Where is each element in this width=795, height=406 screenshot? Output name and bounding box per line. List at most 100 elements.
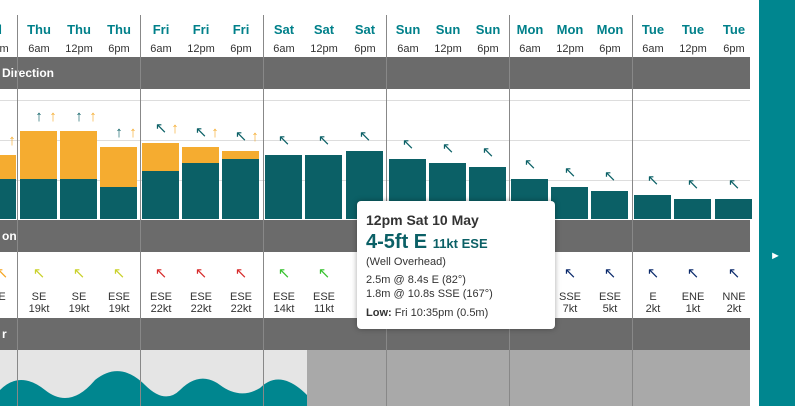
header-time: 12pm	[556, 43, 584, 55]
chevron-right-icon[interactable]: ►	[770, 250, 781, 262]
tooltip-wind: 11kt ESE	[432, 236, 488, 251]
header-time: 6am	[519, 43, 541, 55]
secondary-swell-icon: ↑	[49, 108, 57, 125]
swell-direction-icon: ↖	[686, 176, 700, 193]
tide-no-data	[307, 350, 750, 406]
bar-secondary[interactable]	[142, 143, 179, 171]
bar-primary[interactable]	[265, 155, 302, 219]
wind-direction: ESE	[229, 291, 252, 303]
day-divider	[263, 15, 264, 406]
wind-direction: E	[649, 291, 657, 303]
swell-direction-icon: ↖	[727, 176, 741, 193]
wind-arrow-icon: ↖	[32, 265, 46, 282]
wind-direction: ESE	[189, 291, 212, 303]
header-day: d	[0, 22, 18, 37]
header-day: Thu	[107, 22, 131, 37]
gridline	[0, 140, 750, 141]
wind-speed: 7kt	[562, 303, 578, 315]
header-time: 6pm	[0, 43, 9, 55]
swell-direction-icon: ↖	[441, 140, 455, 157]
gridline	[0, 100, 750, 101]
wind-speed: 1kt	[685, 303, 701, 315]
swell-direction-icon: ↖	[358, 128, 372, 145]
header-day: Mon	[516, 22, 544, 37]
direction-section-header: Direction	[0, 57, 750, 89]
wind-arrow-icon: ↖	[563, 265, 577, 282]
wind-direction: ESE	[312, 291, 335, 303]
bar-secondary[interactable]	[60, 131, 97, 179]
bar-primary[interactable]	[674, 199, 711, 219]
bar-primary[interactable]	[182, 163, 219, 219]
header-day: Tue	[681, 22, 705, 37]
header-day: Thu	[67, 22, 91, 37]
bar-secondary[interactable]	[0, 155, 16, 179]
wind-speed: 11kt	[314, 303, 334, 315]
tooltip-tide: Low: Fri 10:35pm (0.5m)	[366, 307, 488, 319]
header-time: 6pm	[599, 43, 621, 55]
header-day: Fri	[232, 22, 250, 37]
wind-speed: 22kt	[190, 303, 212, 315]
bar-secondary[interactable]	[182, 147, 219, 163]
wind-speed: 19kt	[68, 303, 90, 315]
wind-direction: NNE	[722, 291, 746, 303]
bar-primary[interactable]	[591, 191, 628, 219]
bar-primary[interactable]	[715, 199, 752, 219]
header-time: 12pm	[679, 43, 707, 55]
wind-speed: 2kt	[645, 303, 661, 315]
tooltip-pointer	[349, 268, 357, 284]
tooltip-low-label: Low:	[366, 307, 392, 319]
bar-secondary[interactable]	[20, 131, 57, 179]
header-day: Fri	[152, 22, 170, 37]
tide-wave	[0, 371, 307, 406]
bar-primary[interactable]	[60, 179, 97, 219]
next-panel-button[interactable]	[759, 0, 795, 406]
wind-speed: 2kt	[726, 303, 742, 315]
bar-primary[interactable]	[222, 159, 259, 219]
header-time: 6pm	[230, 43, 252, 55]
header-time: 12pm	[434, 43, 462, 55]
direction-label: Direction	[2, 66, 55, 80]
wind-arrow-icon: ↖	[317, 265, 331, 282]
bar-secondary[interactable]	[222, 151, 259, 159]
header-time: 6am	[642, 43, 664, 55]
header-day: Fri	[192, 22, 210, 37]
tooltip-title: 12pm Sat 10 May	[366, 212, 479, 228]
header-day: Tue	[722, 22, 746, 37]
day-divider	[632, 15, 633, 406]
bar-primary[interactable]	[551, 187, 588, 219]
bar-primary[interactable]	[20, 179, 57, 219]
wind-direction: ESE	[598, 291, 621, 303]
tooltip-swell-primary: 2.5m @ 8.4s E (82°)	[366, 274, 466, 286]
header-time: 12pm	[310, 43, 338, 55]
wind-arrow-icon: ↖	[194, 265, 208, 282]
wind-arrow-icon: ↖	[112, 265, 126, 282]
secondary-swell-icon: ↑	[171, 120, 179, 137]
bar-primary[interactable]	[634, 195, 671, 219]
header-time: 6am	[273, 43, 295, 55]
wind-arrow-icon: ↖	[154, 265, 168, 282]
bar-secondary[interactable]	[100, 147, 137, 187]
wind-direction: SE	[71, 291, 87, 303]
wind-speed: 22kt	[230, 303, 252, 315]
forecast-tooltip: 12pm Sat 10 May 4-5ft E 11kt ESE (Well O…	[357, 201, 555, 329]
tooltip-low-value: Fri 10:35pm (0.5m)	[394, 307, 489, 319]
wind-direction: ESE	[149, 291, 172, 303]
secondary-swell-icon: ↑	[211, 124, 219, 141]
secondary-swell-icon: ↑	[89, 108, 97, 125]
header-time: 12pm	[187, 43, 215, 55]
swell-direction-icon: ↖	[646, 172, 660, 189]
wind-arrow-icon: ↖	[277, 265, 291, 282]
bar-primary[interactable]	[142, 171, 179, 219]
day-divider	[140, 15, 141, 406]
bar-primary[interactable]	[100, 187, 137, 219]
swell-direction-icon: ↖	[603, 168, 617, 185]
wind-speed: 22kt	[150, 303, 172, 315]
header-day: Sat	[313, 22, 335, 37]
swell-direction-icon: ↖	[481, 144, 495, 161]
wind-direction: ESE	[272, 291, 295, 303]
tooltip-swell-secondary: 1.8m @ 10.8s SSE (167°)	[366, 288, 493, 300]
bar-primary[interactable]	[0, 179, 16, 219]
wind-direction: SE	[31, 291, 47, 303]
bar-primary[interactable]	[305, 155, 342, 219]
wind-arrow-icon: ↖	[0, 265, 9, 282]
